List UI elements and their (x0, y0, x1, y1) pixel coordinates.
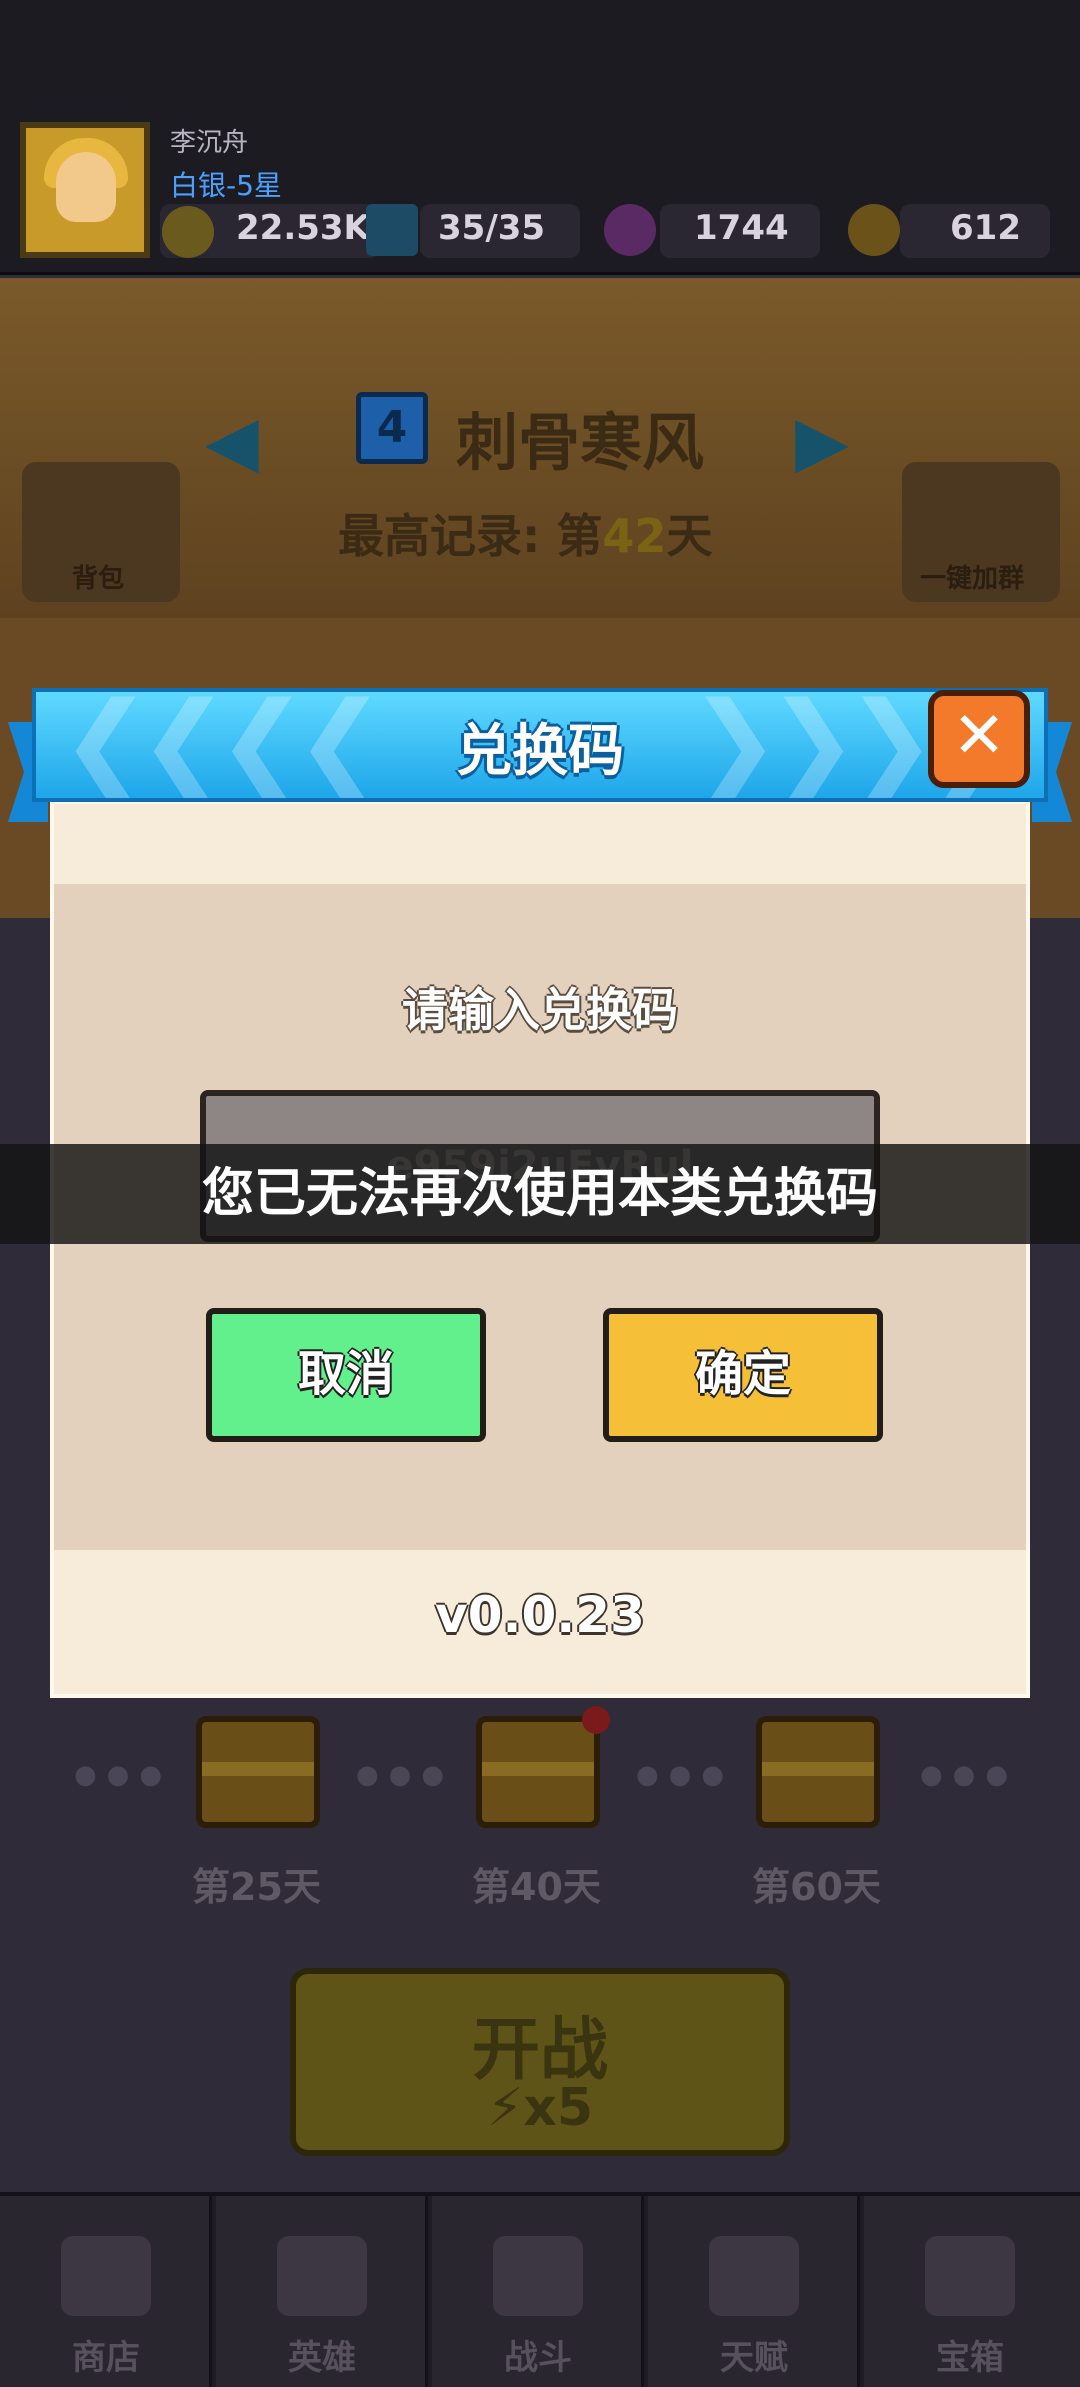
start-battle-button[interactable]: 开战 ⚡x5 (290, 1968, 790, 2156)
best-record: 最高记录: 第42天 (338, 500, 712, 566)
chest-band (762, 1762, 874, 1776)
energy-value: 35/35 (438, 208, 546, 248)
player-rank: 白银-5星 (170, 169, 282, 202)
battle-cost: ⚡x5 (296, 2078, 784, 2138)
progress-dots: ●●● (356, 1760, 455, 1790)
backpack-label: 背包 (72, 564, 125, 594)
power-value: 22.53K (236, 208, 370, 248)
talent-fist-icon (709, 2236, 799, 2316)
chest-label: 第40天 (472, 1865, 601, 1909)
chevron-left-icon[interactable]: ◀ (205, 400, 259, 482)
nav-battle[interactable]: 战斗 (432, 2196, 644, 2387)
hero-icon (277, 2236, 367, 2316)
gems-value: 1744 (694, 208, 789, 248)
nav-label: 宝箱 (936, 2338, 1004, 2378)
progress-dots: ●●● (920, 1760, 1019, 1790)
trophy-icon (162, 206, 214, 258)
confirm-button[interactable]: 确定 (603, 1308, 883, 1442)
nav-label: 英雄 (288, 2338, 356, 2378)
chest-icon (925, 2236, 1015, 2316)
stage-name: 刺骨寒风 (456, 406, 705, 479)
player-name: 李沉舟 (170, 128, 249, 158)
chest-day60[interactable] (756, 1716, 880, 1828)
chest-band (482, 1762, 594, 1776)
toast-message: 您已无法再次使用本类兑换码 (0, 1144, 1080, 1244)
chest-band (202, 1762, 314, 1776)
record-suffix: 天 (666, 509, 713, 563)
progress-dots: ●●● (636, 1760, 735, 1790)
dialog-title: 兑换码 (456, 719, 624, 784)
chest-label: 第60天 (752, 1865, 881, 1909)
redeem-prompt: 请输入兑换码 (402, 983, 678, 1037)
nav-chest[interactable]: 宝箱 (864, 2196, 1080, 2387)
record-prefix: 最高记录: 第 (338, 509, 603, 563)
version-label: v0.0.23 (435, 1586, 645, 1644)
lightning-icon (366, 204, 418, 256)
nav-label: 商店 (72, 2338, 140, 2378)
avatar[interactable] (20, 122, 150, 258)
chest-day40[interactable] (476, 1716, 600, 1828)
battle-cost-value: x5 (523, 2078, 594, 2138)
record-day: 42 (602, 509, 667, 563)
join-group-label: 一键加群 (920, 564, 1025, 594)
nav-talent[interactable]: 天赋 (648, 2196, 860, 2387)
nav-heroes[interactable]: 英雄 (216, 2196, 428, 2387)
coins-value: 612 (950, 208, 1021, 248)
chevron-right-icon[interactable]: ▶ (795, 400, 849, 482)
cancel-button[interactable]: 取消 (206, 1308, 486, 1442)
close-icon: ✕ (952, 699, 1006, 773)
crossed-swords-icon (493, 2236, 583, 2316)
chest-day25[interactable] (196, 1716, 320, 1828)
nav-label: 战斗 (504, 2338, 572, 2378)
avatar-face (56, 152, 116, 222)
progress-dots: ●●● (74, 1760, 173, 1790)
chest-label: 第25天 (192, 1865, 321, 1909)
coin-icon[interactable] (848, 204, 900, 256)
lightning-icon: ⚡ (486, 2078, 524, 2138)
notification-dot (582, 1706, 610, 1734)
gem-icon[interactable] (604, 204, 656, 256)
close-button[interactable]: ✕ (928, 690, 1030, 788)
nav-label: 天赋 (720, 2338, 788, 2378)
nav-shop[interactable]: 商店 (0, 2196, 212, 2387)
shop-icon (61, 2236, 151, 2316)
stage-number: 4 (356, 392, 428, 464)
